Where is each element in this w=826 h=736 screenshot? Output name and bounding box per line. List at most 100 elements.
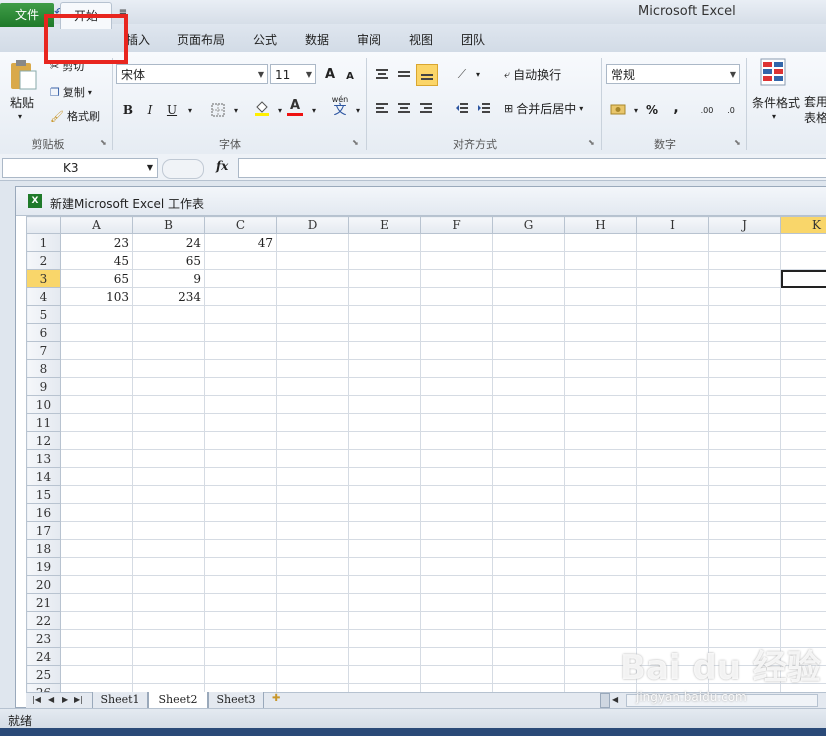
row-header[interactable]: 16 — [26, 503, 61, 522]
cell[interactable] — [708, 431, 781, 450]
cell[interactable] — [420, 629, 493, 648]
column-header[interactable]: D — [276, 216, 349, 234]
cell[interactable] — [564, 431, 637, 450]
cell[interactable] — [204, 575, 277, 594]
cell[interactable] — [276, 665, 349, 684]
cell[interactable] — [60, 665, 133, 684]
cell[interactable] — [204, 683, 277, 692]
tab-formulas[interactable]: 公式 — [245, 29, 285, 51]
font-color-button[interactable]: A — [285, 97, 305, 117]
chevron-down-icon[interactable]: ▼ — [147, 159, 153, 177]
format-as-table-button[interactable]: 套用 表格 — [804, 94, 826, 126]
copy-button[interactable]: ❐ 复制 ▾ — [50, 84, 92, 100]
cell[interactable] — [780, 359, 826, 378]
cell[interactable] — [276, 557, 349, 576]
cell-table[interactable]: ABCDEFGHIJK 1 23 24 47 2 45 65 3 65 9 4 103 234 5 6 7 8 9… — [26, 216, 826, 692]
cell[interactable]: 65 — [132, 251, 205, 270]
cell[interactable] — [204, 395, 277, 414]
cell[interactable] — [132, 323, 205, 342]
cell[interactable] — [204, 593, 277, 612]
cell[interactable] — [420, 593, 493, 612]
cell[interactable] — [276, 359, 349, 378]
cell[interactable] — [132, 647, 205, 666]
format-painter-button[interactable]: 🖌 格式刷 — [50, 108, 100, 124]
cell[interactable] — [780, 377, 826, 396]
tab-page-layout[interactable]: 页面布局 — [170, 29, 232, 51]
cell[interactable] — [780, 575, 826, 594]
cell[interactable] — [420, 287, 493, 306]
cell[interactable] — [564, 521, 637, 540]
sheet-tab-2[interactable]: Sheet2 — [148, 692, 208, 709]
cell[interactable] — [60, 557, 133, 576]
cell[interactable] — [780, 431, 826, 450]
currency-icon[interactable] — [608, 100, 628, 120]
cell[interactable] — [636, 377, 709, 396]
cell[interactable]: 24 — [132, 233, 205, 252]
cell[interactable] — [132, 539, 205, 558]
cell[interactable] — [348, 485, 421, 504]
cell[interactable] — [132, 377, 205, 396]
cell[interactable] — [132, 629, 205, 648]
tab-review[interactable]: 审阅 — [349, 29, 389, 51]
prev-sheet-icon[interactable]: ◀ — [48, 695, 54, 704]
increase-decimal-button[interactable]: .00 — [696, 100, 718, 120]
row-header[interactable]: 5 — [26, 305, 61, 324]
cell[interactable] — [132, 557, 205, 576]
cell[interactable] — [348, 521, 421, 540]
font-size-combo[interactable]: 11 ▼ — [270, 64, 316, 84]
cell[interactable] — [564, 305, 637, 324]
cell[interactable]: 47 — [204, 233, 277, 252]
cell[interactable] — [276, 503, 349, 522]
align-middle-icon[interactable] — [394, 64, 414, 84]
cell[interactable] — [204, 413, 277, 432]
cell[interactable] — [492, 395, 565, 414]
wrap-text-button[interactable]: ⤶ 自动换行 — [504, 66, 561, 83]
alignment-launcher-icon[interactable]: ⬊ — [588, 138, 595, 147]
cell[interactable] — [348, 269, 421, 288]
cell[interactable] — [492, 647, 565, 666]
cell[interactable] — [492, 575, 565, 594]
grow-font-button[interactable]: A — [320, 64, 340, 84]
cell[interactable] — [636, 431, 709, 450]
cell[interactable] — [348, 359, 421, 378]
cell[interactable] — [708, 233, 781, 252]
cell[interactable] — [780, 485, 826, 504]
cell[interactable] — [420, 395, 493, 414]
font-name-combo[interactable]: 宋体 ▼ — [116, 64, 268, 84]
row-header[interactable]: 24 — [26, 647, 61, 666]
cell[interactable] — [492, 611, 565, 630]
align-right-icon[interactable] — [416, 98, 436, 118]
row-header[interactable]: 23 — [26, 629, 61, 648]
cell[interactable] — [492, 431, 565, 450]
cell[interactable] — [60, 467, 133, 486]
cell[interactable] — [492, 269, 565, 288]
cell[interactable] — [636, 269, 709, 288]
cell[interactable] — [708, 269, 781, 288]
cell[interactable] — [564, 341, 637, 360]
cell[interactable] — [420, 431, 493, 450]
increase-indent-icon[interactable] — [474, 98, 494, 118]
cell[interactable] — [276, 521, 349, 540]
cell[interactable] — [492, 467, 565, 486]
font-launcher-icon[interactable]: ⬊ — [352, 138, 359, 147]
cell[interactable] — [204, 431, 277, 450]
cell[interactable] — [636, 449, 709, 468]
cell[interactable] — [636, 503, 709, 522]
cell[interactable] — [780, 269, 826, 288]
cell[interactable] — [60, 611, 133, 630]
row-header[interactable]: 13 — [26, 449, 61, 468]
sheet-tab-3[interactable]: Sheet3 — [208, 692, 264, 709]
fill-color-icon[interactable] — [252, 98, 272, 118]
cell[interactable] — [564, 485, 637, 504]
row-header[interactable]: 2 — [26, 251, 61, 270]
shrink-font-button[interactable]: A — [340, 66, 360, 86]
cell[interactable] — [420, 467, 493, 486]
cell[interactable] — [492, 323, 565, 342]
row-header[interactable]: 17 — [26, 521, 61, 540]
first-sheet-icon[interactable]: |◀ — [32, 695, 41, 704]
cell[interactable] — [204, 305, 277, 324]
cell[interactable] — [780, 341, 826, 360]
cell[interactable] — [492, 377, 565, 396]
cell[interactable] — [708, 575, 781, 594]
cell[interactable] — [492, 413, 565, 432]
